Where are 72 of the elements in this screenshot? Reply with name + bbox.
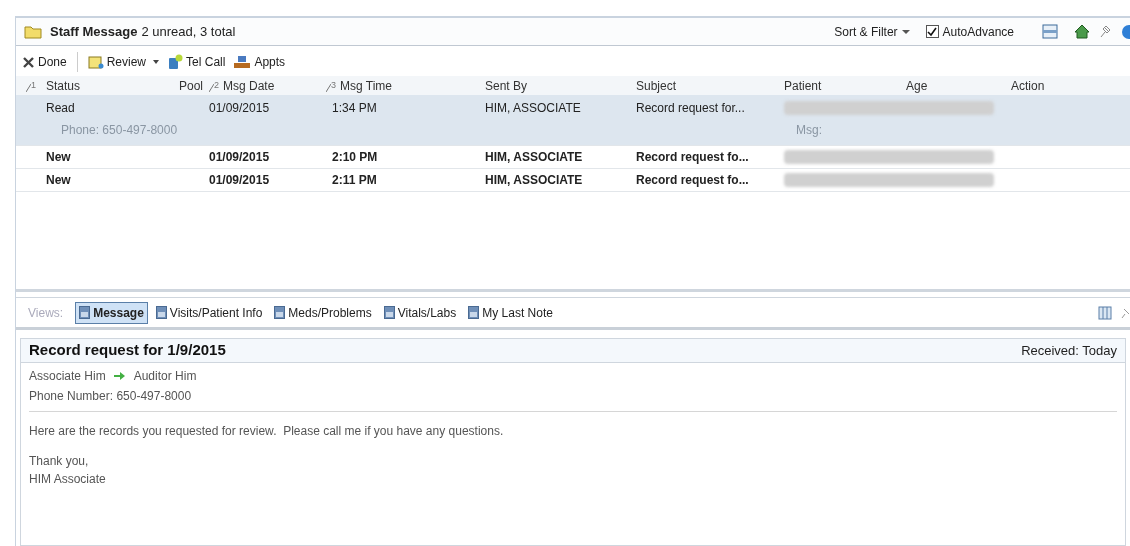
message-label: Msg: (796, 122, 822, 139)
message-title: Record request for 1/9/2015 (29, 340, 226, 361)
panel-title: Staff Message (50, 22, 138, 41)
table-cell: Record request for... (636, 101, 745, 115)
received-date: Received: Today (1021, 341, 1117, 360)
folder-icon (24, 24, 42, 39)
table-cell: 2:11 PM (332, 173, 377, 187)
checkbox[interactable] (925, 25, 939, 38)
sort-rank: 2 (214, 78, 219, 92)
table-cell: HIM, ASSOCIATE (485, 173, 583, 187)
close-icon (22, 55, 35, 69)
column-header[interactable]: Subject (636, 76, 677, 95)
views-label: Views: (28, 304, 64, 322)
layout-icon[interactable] (1042, 24, 1058, 39)
toolbar-button[interactable]: Review (85, 53, 162, 71)
column-header[interactable]: Status (46, 76, 81, 95)
column-header[interactable]: Msg Date (223, 76, 275, 95)
columns-icon[interactable] (1098, 305, 1112, 320)
table-cell: New (46, 173, 71, 187)
view-tab[interactable]: Visits/Patient Info (151, 301, 267, 324)
arrow-right-icon (113, 371, 126, 381)
table-cell: New (46, 150, 71, 164)
phone-number: Phone: 650-497-8000 (61, 123, 178, 137)
done-button[interactable]: Done (20, 53, 69, 71)
view-tab[interactable]: Vitals/Labs (379, 301, 461, 324)
document-icon (383, 306, 395, 319)
column-header[interactable]: Action (1011, 76, 1045, 95)
table-cell: 01/09/2015 (209, 173, 270, 187)
document-icon (468, 306, 480, 319)
table-row[interactable]: Read 01/09/2015 1:34 PM HIM, ASSOCIATE Record request for... Phone: 650-497-8000 Msg: (16, 95, 1130, 146)
column-header[interactable]: Age (906, 76, 928, 95)
column-header[interactable]: Sent By (485, 76, 528, 95)
notepad-icon (87, 54, 104, 70)
toolbar-button[interactable]: Appts (231, 53, 288, 71)
phone-icon (167, 54, 184, 70)
sender-name: Associate Him (29, 368, 106, 385)
table-cell: 1:34 PM (332, 101, 377, 115)
sort-filter-button[interactable]: Sort & Filter (834, 22, 910, 41)
closing-line: Thank you, (29, 453, 90, 470)
view-tab[interactable]: Meds/Problems (270, 301, 376, 324)
table-cell: HIM, ASSOCIATE (485, 150, 583, 164)
table-cell: 01/09/2015 (209, 101, 270, 115)
table-cell: 2:10 PM (332, 150, 378, 164)
caret-icon (901, 28, 910, 35)
help-icon[interactable] (1120, 24, 1130, 39)
sort-rank: 1 (31, 78, 36, 92)
table-cell: Record request fo... (636, 173, 749, 187)
document-icon (79, 306, 91, 319)
table-cell: HIM, ASSOCIATE (485, 101, 581, 115)
recipient-name: Auditor Him (133, 368, 197, 385)
column-header[interactable]: Patient (784, 76, 822, 95)
view-tab[interactable]: Message (75, 301, 148, 324)
view-tab[interactable]: My Last Note (464, 301, 557, 324)
document-icon (274, 306, 286, 319)
closing-line: HIM Associate (29, 471, 107, 488)
auto-advance-label: AutoAdvance (942, 23, 1014, 41)
table-cell: Record request fo... (636, 150, 749, 164)
sort-icon (26, 84, 31, 93)
sort-icon (326, 84, 331, 93)
message-body: Here are the records you requested for review. Please call me if you have any questions. (29, 423, 505, 440)
toolbar-button[interactable]: Tel Call (165, 53, 228, 71)
sort-icon (209, 84, 214, 93)
message-count: 2 unread, 3 total (141, 22, 236, 41)
sort-rank: 3 (331, 78, 336, 92)
column-header[interactable]: Msg Time (340, 76, 393, 95)
document-icon (155, 306, 167, 319)
table-cell: Read (46, 101, 75, 115)
home-icon[interactable] (1074, 24, 1090, 39)
column-header[interactable]: Pool (178, 76, 203, 95)
table-cell: 01/09/2015 (209, 150, 270, 164)
phone-number: Phone Number: 650-497-8000 (29, 388, 193, 405)
people-icon (233, 55, 252, 69)
